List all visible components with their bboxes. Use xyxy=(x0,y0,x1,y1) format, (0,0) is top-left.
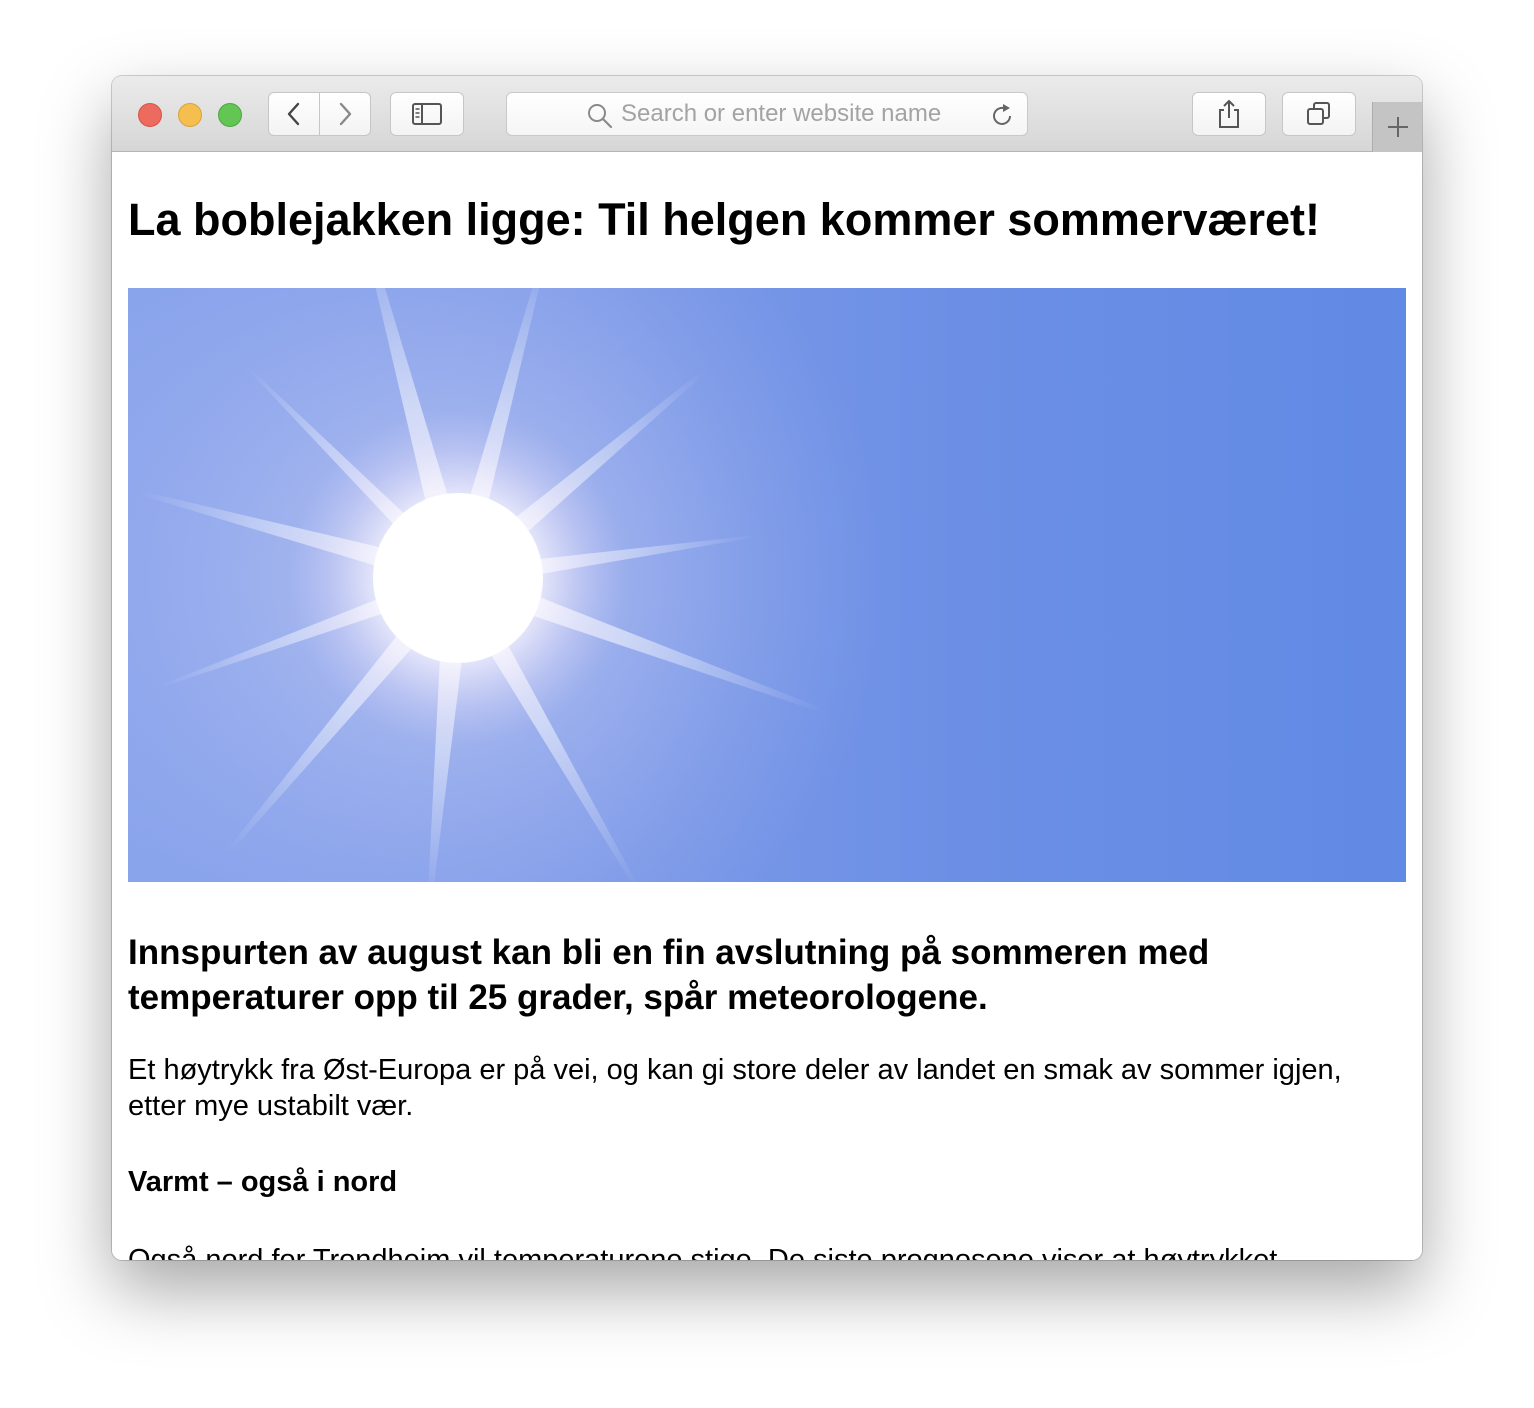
article-lead: Innspurten av august kan bli en fin avsl… xyxy=(128,933,1210,1017)
sidebar-icon xyxy=(412,103,442,125)
chevron-right-icon xyxy=(339,102,352,126)
forward-button[interactable] xyxy=(320,92,371,136)
chevron-left-icon xyxy=(287,102,300,126)
browser-window: La boblejakken ligge: Til helgen kommer … xyxy=(112,76,1422,1260)
hero-image xyxy=(128,288,1406,882)
new-tab-button[interactable] xyxy=(1372,102,1422,152)
share-button[interactable] xyxy=(1192,92,1266,136)
article-paragraph: Et høytrykk fra Øst-Europa er på vei, og… xyxy=(128,1054,1342,1122)
search-input[interactable] xyxy=(621,99,981,129)
search-icon xyxy=(588,104,613,129)
zoom-window-button[interactable] xyxy=(218,103,242,127)
sidebar-button[interactable] xyxy=(390,92,464,136)
article-paragraph-2: Også nord for Trondheim vil temperaturen… xyxy=(128,1244,1278,1260)
minimize-window-button[interactable] xyxy=(178,103,202,127)
article-title: La boblejakken ligge: Til helgen kommer … xyxy=(128,194,1321,245)
tabs-icon xyxy=(1307,102,1330,125)
share-icon xyxy=(1219,99,1239,128)
plus-icon xyxy=(1387,117,1408,137)
close-window-button[interactable] xyxy=(138,103,162,127)
tabs-button[interactable] xyxy=(1282,92,1356,136)
sun-image xyxy=(128,288,888,882)
address-bar[interactable] xyxy=(506,92,1028,136)
back-button[interactable] xyxy=(268,92,320,136)
article-subheading: Varmt – også i nord xyxy=(128,1166,398,1198)
browser-toolbar xyxy=(112,76,1422,152)
reload-icon[interactable] xyxy=(989,103,1015,129)
page-content: La boblejakken ligge: Til helgen kommer … xyxy=(112,152,1422,1260)
